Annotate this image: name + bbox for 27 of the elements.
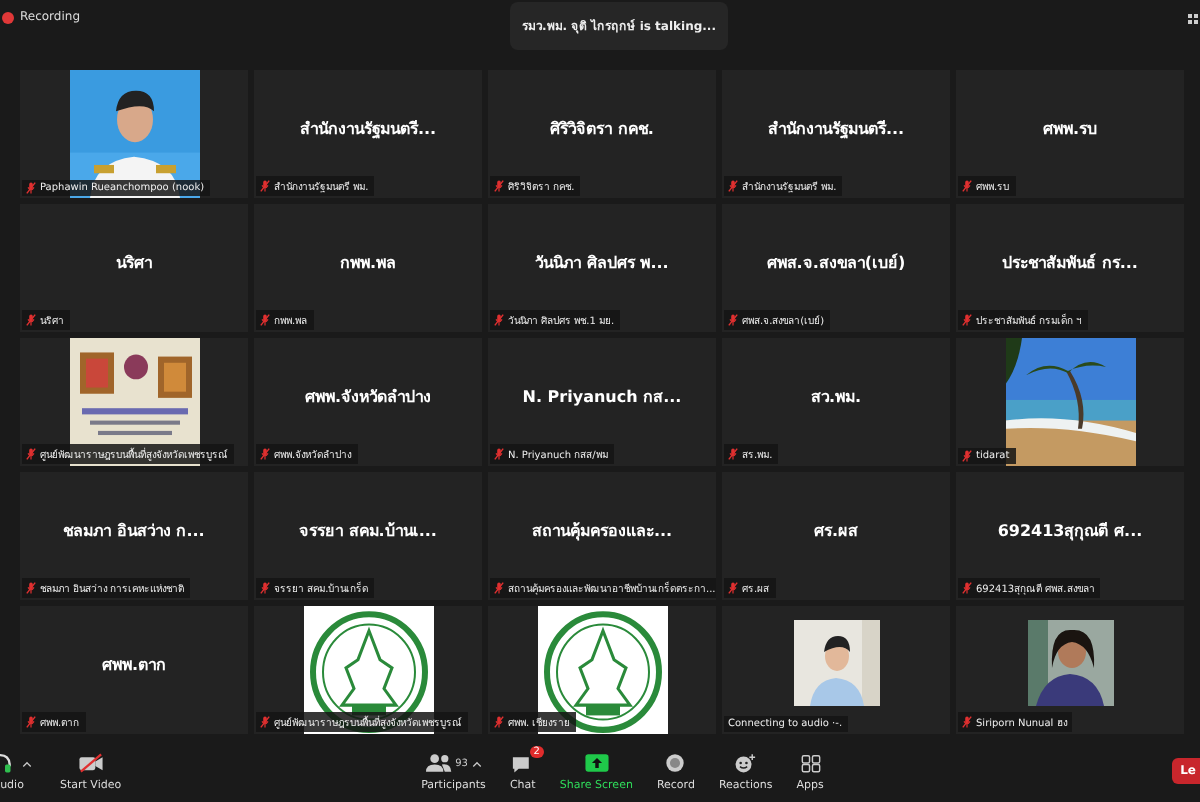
participant-name: ศพส.จ.สงขลา(เบย์)	[766, 251, 906, 275]
participant-name: จรรยา สคม.บ้านเ...	[299, 519, 437, 543]
participant-name: กพพ.พล	[339, 251, 397, 275]
participant-name: ชลมภา อินสว่าง ก...	[63, 519, 205, 543]
record-icon	[662, 752, 689, 774]
smiley-icon	[732, 752, 759, 774]
participant-name: ศิริวิจิตรา กคช.	[550, 117, 654, 141]
participant-name: ศพพ.รบ	[1042, 117, 1098, 141]
participant-name: นริศา	[116, 251, 152, 275]
participant-name: สำนักงานรัฐมนตรี...	[299, 117, 437, 143]
participant-name: ศพพ.จังหวัดลำปาง	[304, 385, 432, 409]
share-screen-icon	[583, 752, 610, 774]
people-icon	[425, 752, 452, 774]
participant-name: ศพพ.ตาก	[101, 653, 167, 677]
apps-icon	[797, 752, 824, 774]
participant-name: ประชาสัมพันธ์ กร...	[1002, 251, 1138, 275]
participant-name: 692413สุกุณตี ศ...	[997, 519, 1143, 545]
participant-name: ศร.ผส	[813, 519, 859, 543]
participant-name: N. Priyanuch กส...	[522, 385, 682, 410]
caret-icon[interactable]	[22, 759, 32, 767]
participant-name: สว.พม.	[810, 385, 862, 409]
grid-view-icon[interactable]	[1188, 14, 1198, 24]
caret-icon[interactable]	[471, 759, 482, 767]
participant-name: สำนักงานรัฐมนตรี...	[767, 117, 905, 143]
recording-icon	[2, 11, 14, 23]
participant-name: วันนิภา ศิลปศร พ...	[535, 251, 669, 275]
participant-name: สถานคุ้มครองและ...	[531, 519, 673, 545]
